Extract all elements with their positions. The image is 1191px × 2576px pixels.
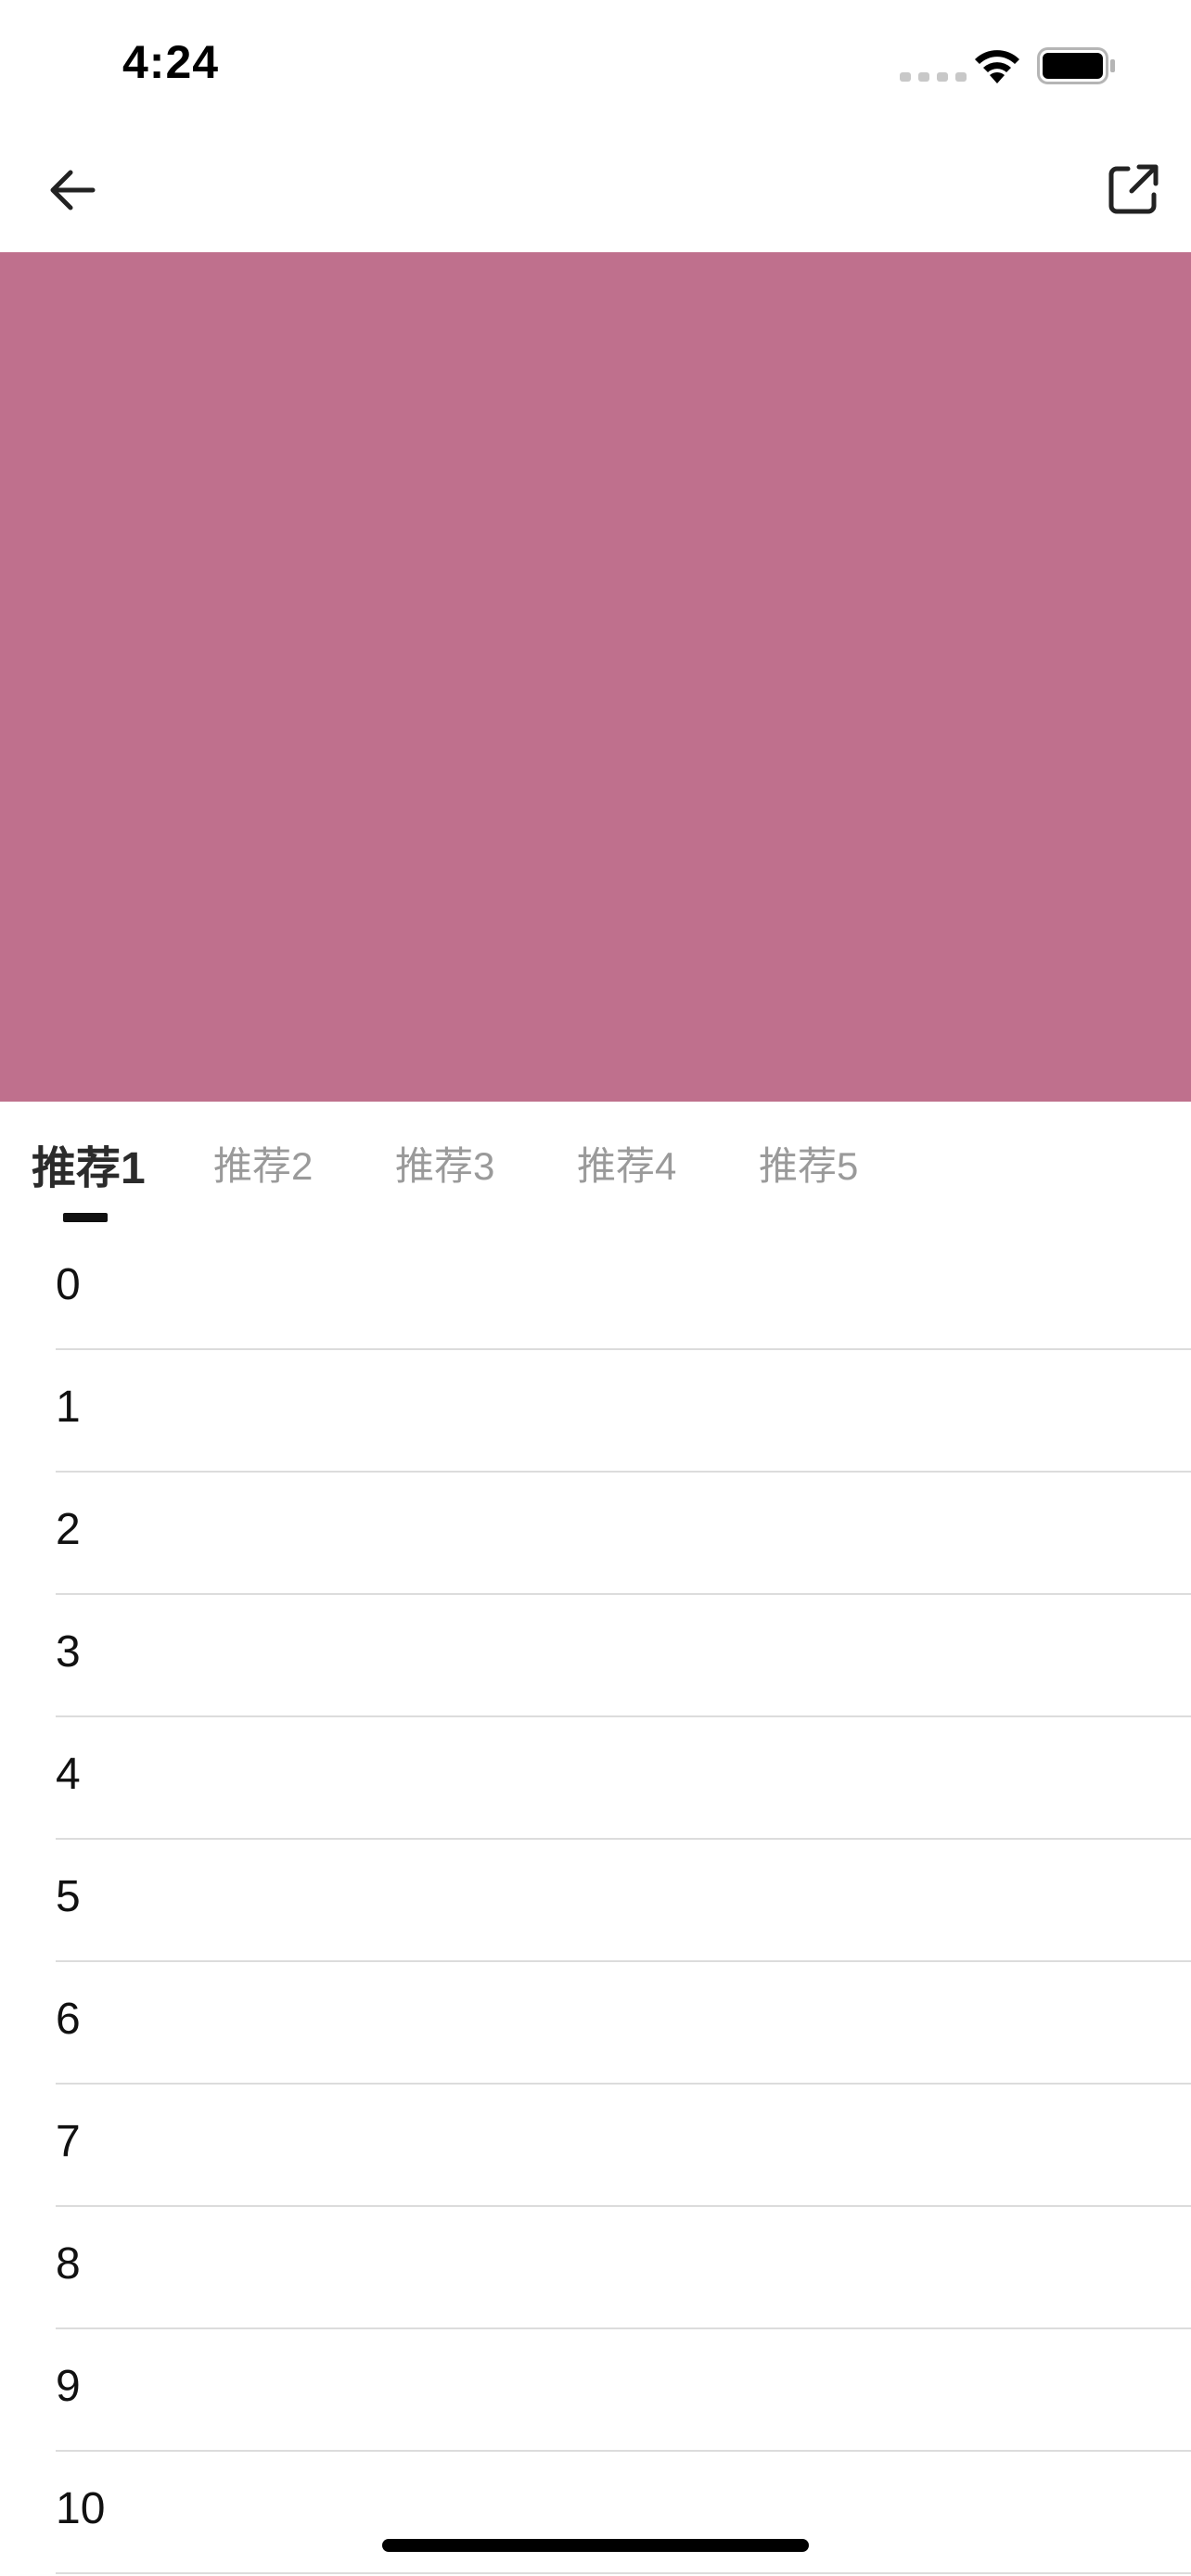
list-item[interactable]: 6 bbox=[0, 1962, 1191, 2085]
list-item-label: 10 bbox=[56, 2484, 106, 2533]
back-arrow-icon[interactable] bbox=[43, 160, 102, 220]
wifi-icon bbox=[975, 50, 1019, 83]
list-item-label: 2 bbox=[56, 1505, 81, 1554]
cellular-signal-icon bbox=[900, 72, 967, 82]
list-item[interactable]: 10 bbox=[0, 2452, 1191, 2574]
list-item-label: 0 bbox=[56, 1260, 81, 1309]
status-bar: 4:24 bbox=[0, 0, 1191, 125]
share-external-icon[interactable] bbox=[1104, 159, 1163, 219]
list-item[interactable]: 9 bbox=[0, 2329, 1191, 2452]
list-item-label: 4 bbox=[56, 1750, 81, 1799]
list-item[interactable]: 8 bbox=[0, 2207, 1191, 2329]
tab-recommend-2[interactable]: 推荐2 bbox=[213, 1135, 313, 1192]
battery-icon bbox=[1037, 47, 1115, 84]
tab-recommend-5[interactable]: 推荐5 bbox=[759, 1135, 858, 1192]
tab-recommend-1[interactable]: 推荐1 bbox=[32, 1131, 146, 1196]
tab-recommend-3[interactable]: 推荐3 bbox=[395, 1135, 494, 1192]
hero-banner bbox=[0, 252, 1191, 1102]
list-item-label: 3 bbox=[56, 1627, 81, 1677]
list-item[interactable]: 3 bbox=[0, 1595, 1191, 1717]
row-divider bbox=[56, 2572, 1191, 2574]
nav-bar bbox=[0, 125, 1191, 252]
list-item-label: 9 bbox=[56, 2362, 81, 2411]
list-item[interactable]: 5 bbox=[0, 1840, 1191, 1962]
list-item-label: 6 bbox=[56, 1995, 81, 2044]
list-item[interactable]: 7 bbox=[0, 2085, 1191, 2207]
list-item[interactable]: 0 bbox=[0, 1228, 1191, 1350]
list-item-label: 1 bbox=[56, 1383, 81, 1432]
tab-recommend-4[interactable]: 推荐4 bbox=[577, 1135, 676, 1192]
tab-active-indicator bbox=[63, 1213, 108, 1222]
status-time: 4:24 bbox=[122, 36, 220, 88]
list-item-label: 8 bbox=[56, 2239, 81, 2289]
item-list: 0 1 2 3 4 5 6 7 8 9 10 bbox=[0, 1228, 1191, 2574]
tab-bar: 推荐1 推荐2 推荐3 推荐4 推荐5 bbox=[0, 1102, 1191, 1228]
list-item-label: 7 bbox=[56, 2117, 81, 2166]
home-indicator[interactable] bbox=[382, 2539, 809, 2552]
list-item[interactable]: 1 bbox=[0, 1350, 1191, 1473]
list-item-label: 5 bbox=[56, 1872, 81, 1921]
list-item[interactable]: 4 bbox=[0, 1717, 1191, 1840]
list-item[interactable]: 2 bbox=[0, 1473, 1191, 1595]
